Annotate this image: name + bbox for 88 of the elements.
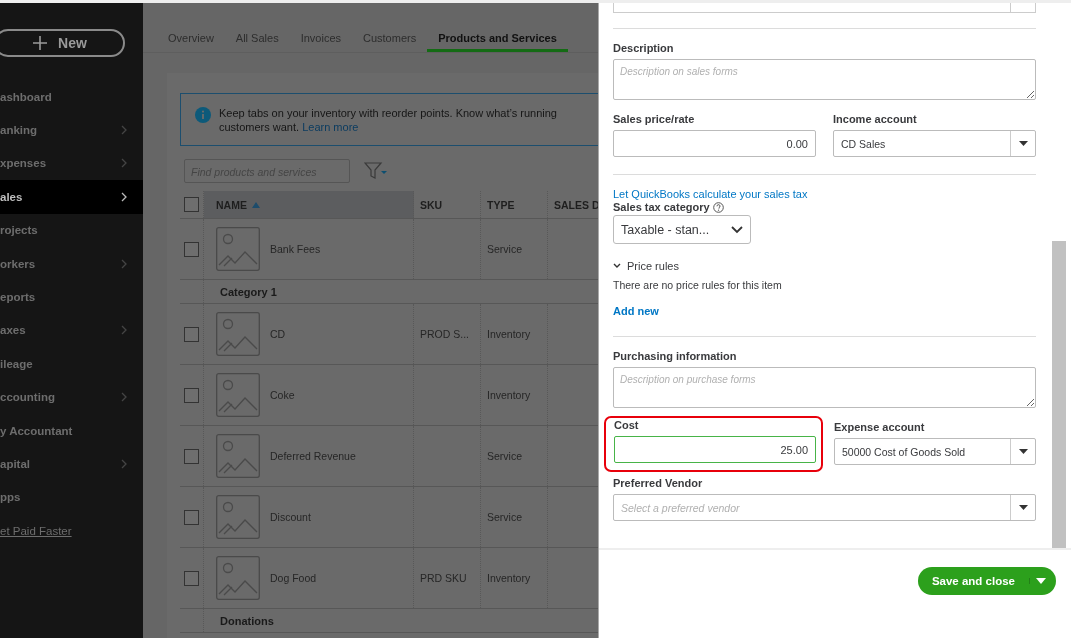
save-and-close-button[interactable]: Save and close <box>917 567 1056 595</box>
sidebar-item[interactable]: orkers <box>0 246 143 281</box>
table-cell: Inventory <box>487 572 531 584</box>
field-label: Sales tax category <box>613 201 710 213</box>
description-field[interactable]: Description on sales forms <box>613 59 1036 100</box>
field-label: Description <box>613 42 675 54</box>
learn-more-link[interactable]: Learn more <box>302 121 359 133</box>
sidebar-item[interactable]: axes <box>0 313 143 348</box>
sales-tax-link[interactable]: Let QuickBooks calculate your sales tax <box>613 188 1036 200</box>
image-placeholder-icon <box>216 373 260 417</box>
checkbox[interactable] <box>184 197 199 212</box>
sidebar-item[interactable]: ales <box>0 180 143 214</box>
table-cell: Discount <box>270 511 311 523</box>
field-label: Sales price/rate <box>613 113 696 125</box>
tab[interactable]: Invoices <box>289 29 352 52</box>
table-cell: Inventory <box>487 389 531 401</box>
table-cell: Service <box>487 511 522 523</box>
chevron-icon <box>613 263 621 269</box>
sidebar-item[interactable]: ileage <box>0 347 143 381</box>
sidebar-item[interactable]: xpenses <box>0 146 143 181</box>
table-cell: Coke <box>270 389 295 401</box>
field-label: Income account <box>833 113 918 125</box>
image-placeholder-icon <box>216 434 260 478</box>
table-cell: Inventory <box>487 328 531 340</box>
column-header[interactable]: SKU <box>414 191 481 218</box>
image-placeholder-icon <box>216 556 260 600</box>
table-cell: Bank Fees <box>270 243 321 255</box>
field-label: Cost <box>614 419 640 431</box>
price-rules-toggle[interactable]: Price rules <box>613 260 1036 272</box>
banner-text: customers want. <box>219 121 300 133</box>
table-cell: Deferred Revenue <box>270 450 356 462</box>
info-icon <box>195 107 211 123</box>
tab[interactable]: Products and Services <box>427 29 568 52</box>
sort-up-icon <box>251 201 260 208</box>
table-cell: PRD SKU <box>420 572 467 584</box>
help-icon[interactable] <box>712 201 724 213</box>
checkbox[interactable] <box>184 570 199 586</box>
field-label: Purchasing information <box>613 350 738 362</box>
filter-icon[interactable] <box>364 162 388 180</box>
tab[interactable]: All Sales <box>224 29 290 52</box>
new-button[interactable]: New <box>0 29 125 57</box>
income-account-dropdown[interactable]: CD Sales <box>833 130 1036 157</box>
category-label: Category 1 <box>220 285 277 298</box>
checkbox[interactable] <box>184 326 199 342</box>
dropdown-arrow-icon <box>1018 449 1028 454</box>
add-new-link[interactable]: Add new <box>613 305 1036 317</box>
tax-category-dropdown[interactable]: Taxable - stan... <box>613 215 751 244</box>
sidebar-item[interactable]: rojects <box>0 213 143 247</box>
field-label: Expense account <box>834 421 926 433</box>
table-cell: Dog Food <box>270 572 317 584</box>
chevron-down-icon <box>731 225 743 234</box>
category-label: Donations <box>220 614 274 627</box>
table-cell: Service <box>487 243 522 255</box>
checkbox[interactable] <box>184 387 199 403</box>
field-label: Preferred Vendor <box>613 477 704 489</box>
purchase-description-field[interactable]: Description on purchase forms <box>613 367 1036 408</box>
dropdown-arrow-icon <box>1018 505 1028 510</box>
sidebar-item[interactable]: apital <box>0 447 143 481</box>
sidebar-item[interactable]: anking <box>0 113 143 147</box>
image-placeholder-icon <box>216 495 260 539</box>
image-placeholder-icon <box>216 312 260 356</box>
sidebar-item[interactable]: ccounting <box>0 380 143 414</box>
table-cell: PROD S... <box>420 328 469 340</box>
sidebar-item[interactable]: pps <box>0 480 143 515</box>
caret-down-icon <box>1029 578 1046 584</box>
dropdown-arrow-icon <box>1018 141 1028 146</box>
checkbox[interactable] <box>184 448 199 464</box>
column-header[interactable]: TYPE <box>481 191 548 218</box>
empty-message: There are no price rules for this item <box>613 279 783 291</box>
sidebar-item[interactable]: y Accountant <box>0 413 143 448</box>
cost-field[interactable]: 25.00 <box>614 436 816 463</box>
sidebar-item[interactable]: ashboard <box>0 80 143 114</box>
dropdown-field[interactable] <box>613 3 1036 13</box>
table-cell: Service <box>487 450 522 462</box>
banner-text: Keep tabs on your inventory with reorder points. Know what’s running <box>219 107 557 119</box>
tab[interactable]: Customers <box>352 29 428 52</box>
expense-account-dropdown[interactable]: 50000 Cost of Goods Sold <box>834 438 1036 465</box>
checkbox[interactable] <box>184 241 199 257</box>
sidebar-link[interactable]: et Paid Faster <box>0 514 143 548</box>
plus-icon <box>32 35 49 51</box>
tab[interactable]: Overview <box>157 29 225 52</box>
sales-price-field[interactable]: 0.00 <box>613 130 816 157</box>
table-cell: CD <box>270 328 286 340</box>
image-placeholder-icon <box>216 227 260 271</box>
column-header[interactable]: NAME <box>204 191 414 218</box>
checkbox[interactable] <box>184 509 199 525</box>
vendor-dropdown[interactable]: Select a preferred vendor <box>613 494 1036 521</box>
sidebar-item[interactable]: eports <box>0 280 143 314</box>
